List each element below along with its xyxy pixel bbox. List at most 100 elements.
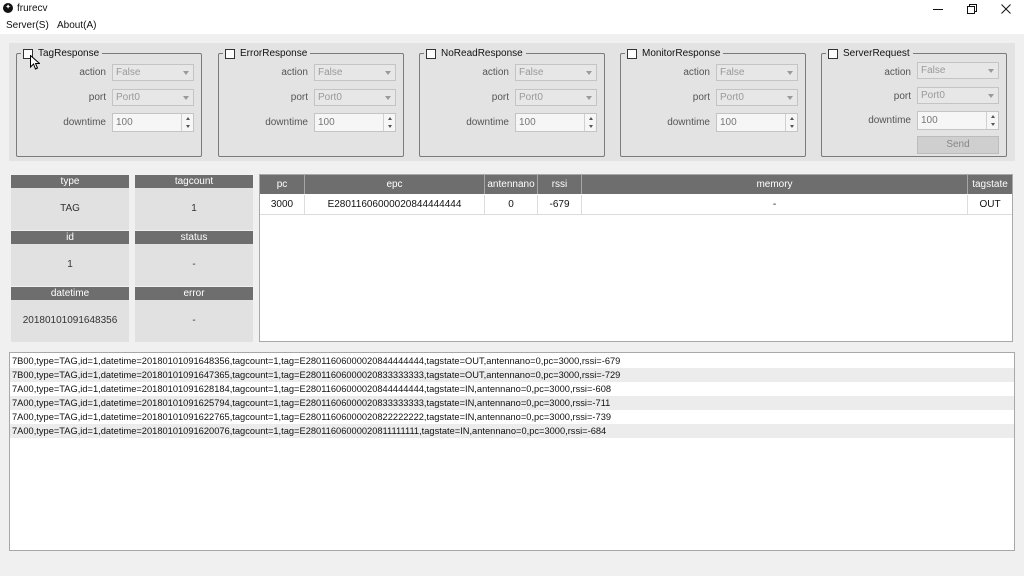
action-select[interactable]: False (917, 62, 999, 79)
group-error-response: ErrorResponse action False port Port0 do… (218, 47, 404, 157)
column-header-antennano[interactable]: antennano (485, 175, 538, 194)
action-label: action (281, 67, 308, 78)
group-legend: ServerRequest (826, 47, 913, 60)
title-bar: ✦ frurecv (0, 0, 1024, 17)
port-select[interactable]: Port0 (314, 89, 396, 106)
action-select[interactable]: False (515, 64, 597, 81)
spin-down-icon[interactable] (185, 125, 190, 129)
server-request-checkbox[interactable] (828, 48, 838, 59)
port-label: port (491, 92, 509, 103)
downtime-spinner[interactable]: 100 (314, 113, 396, 132)
tagcount-value: 1 (135, 188, 253, 230)
action-label: action (884, 67, 911, 78)
menu-about[interactable]: About(A) (57, 20, 96, 31)
chevron-down-icon (988, 94, 994, 98)
downtime-value: 100 (519, 117, 536, 128)
column-header-rssi[interactable]: rssi (538, 175, 582, 194)
group-title: TagResponse (38, 48, 100, 59)
downtime-spinner[interactable]: 100 (112, 113, 194, 132)
cell-tagstate[interactable]: OUT (968, 195, 1012, 215)
downtime-label: downtime (868, 115, 911, 126)
spin-down-icon[interactable] (990, 123, 995, 127)
port-select[interactable]: Port0 (112, 89, 194, 106)
menu-bar: Server(S) About(A) (0, 17, 1024, 34)
type-header: type (11, 175, 129, 188)
group-legend: ErrorResponse (223, 47, 311, 60)
restore-icon (967, 3, 977, 14)
downtime-spinner[interactable]: 100 (917, 111, 999, 130)
spin-down-icon[interactable] (387, 125, 392, 129)
downtime-spinner[interactable]: 100 (515, 113, 597, 132)
datetime-header: datetime (11, 287, 129, 300)
column-header-tagstate[interactable]: tagstate (968, 175, 1012, 194)
port-label: port (893, 91, 911, 102)
action-value: False (720, 67, 745, 78)
spin-down-icon[interactable] (789, 125, 794, 129)
log-list[interactable]: 7B00,type=TAG,id=1,datetime=201801010916… (9, 352, 1015, 551)
tag-table[interactable]: pc epc antennano rssi memory tagstate 30… (259, 174, 1013, 342)
spin-up-icon[interactable] (185, 116, 190, 120)
group-title: NoReadResponse (441, 48, 523, 59)
port-select[interactable]: Port0 (716, 89, 798, 106)
action-label: action (482, 67, 509, 78)
tagcount-header: tagcount (135, 175, 253, 188)
chevron-down-icon (586, 96, 592, 100)
action-select[interactable]: False (112, 64, 194, 81)
group-legend: MonitorResponse (625, 47, 724, 60)
group-title: MonitorResponse (642, 48, 721, 59)
spin-up-icon[interactable] (588, 116, 593, 120)
port-value: Port0 (921, 90, 945, 101)
action-value: False (318, 67, 343, 78)
downtime-spinner[interactable]: 100 (716, 113, 798, 132)
menu-server[interactable]: Server(S) (6, 20, 49, 31)
log-item[interactable]: 7B00,type=TAG,id=1,datetime=201801010916… (10, 368, 1014, 382)
cell-epc[interactable]: E28011606000020844444444 (305, 195, 485, 215)
downtime-value: 100 (720, 117, 737, 128)
log-item[interactable]: 7A00,type=TAG,id=1,datetime=201801010916… (10, 382, 1014, 396)
action-select[interactable]: False (314, 64, 396, 81)
send-button[interactable]: Send (917, 136, 999, 154)
status-value: - (135, 244, 253, 286)
column-header-epc[interactable]: epc (305, 175, 485, 194)
port-label: port (692, 92, 710, 103)
minimize-button[interactable] (921, 0, 955, 17)
log-item[interactable]: 7A00,type=TAG,id=1,datetime=201801010916… (10, 396, 1014, 410)
spin-up-icon[interactable] (387, 116, 392, 120)
log-item[interactable]: 7B00,type=TAG,id=1,datetime=201801010916… (10, 354, 1014, 368)
error-header: error (135, 287, 253, 300)
column-header-pc[interactable]: pc (260, 175, 305, 194)
cell-antennano[interactable]: 0 (485, 195, 538, 215)
downtime-label: downtime (466, 117, 509, 128)
spin-up-icon[interactable] (789, 116, 794, 120)
error-response-checkbox[interactable] (225, 48, 235, 59)
cell-memory[interactable]: - (582, 195, 968, 215)
type-value: TAG (11, 188, 129, 230)
close-button[interactable] (989, 0, 1023, 17)
group-monitor-response: MonitorResponse action False port Port0 … (620, 47, 806, 157)
error-value: - (135, 300, 253, 342)
group-legend: NoReadResponse (424, 47, 526, 60)
log-item[interactable]: 7A00,type=TAG,id=1,datetime=201801010916… (10, 424, 1014, 438)
chevron-down-icon (183, 71, 189, 75)
cell-pc[interactable]: 3000 (260, 195, 305, 215)
monitor-response-checkbox[interactable] (627, 48, 637, 59)
spin-down-icon[interactable] (588, 125, 593, 129)
port-value: Port0 (519, 92, 543, 103)
downtime-value: 100 (318, 117, 335, 128)
port-label: port (88, 92, 106, 103)
downtime-value: 100 (116, 117, 133, 128)
action-select[interactable]: False (716, 64, 798, 81)
chevron-down-icon (385, 71, 391, 75)
datetime-value: 20180101091648356 (11, 300, 129, 342)
restore-button[interactable] (955, 0, 989, 17)
spin-up-icon[interactable] (990, 114, 995, 118)
port-select[interactable]: Port0 (515, 89, 597, 106)
log-item[interactable]: 7A00,type=TAG,id=1,datetime=201801010916… (10, 410, 1014, 424)
chevron-down-icon (586, 71, 592, 75)
port-select[interactable]: Port0 (917, 87, 999, 104)
cell-rssi[interactable]: -679 (538, 195, 582, 215)
status-header: status (135, 231, 253, 244)
noread-response-checkbox[interactable] (426, 48, 436, 59)
group-title: ErrorResponse (240, 48, 308, 59)
column-header-memory[interactable]: memory (582, 175, 968, 194)
